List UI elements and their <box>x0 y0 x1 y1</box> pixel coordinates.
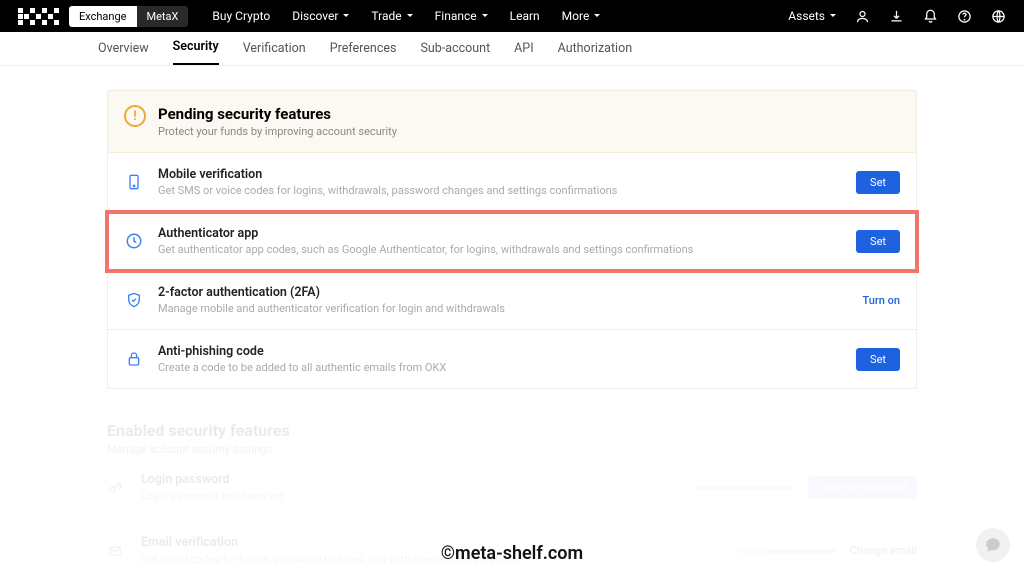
globe-icon[interactable] <box>990 8 1006 24</box>
subnav-api[interactable]: API <box>514 41 533 65</box>
subnav-authorization[interactable]: Authorization <box>558 41 633 65</box>
mode-metax[interactable]: MetaX <box>137 6 189 27</box>
mail-icon <box>107 544 127 558</box>
mode-toggle: Exchange MetaX <box>69 6 188 27</box>
enabled-row-login-password: Login password Login password has been s… <box>107 456 917 519</box>
subnav-overview[interactable]: Overview <box>98 41 149 65</box>
row-desc: Manage mobile and authenticator verifica… <box>158 302 849 315</box>
nav-learn[interactable]: Learn <box>510 9 540 23</box>
subnav-sub-account[interactable]: Sub-account <box>420 41 490 65</box>
security-row-mobile-verification: Mobile verification Get SMS or voice cod… <box>107 153 917 212</box>
primary-nav-links: Buy Crypto Discover Trade Finance Learn … <box>212 9 600 23</box>
row-title: Anti-phishing code <box>158 344 842 359</box>
set-button[interactable]: Set <box>856 348 900 371</box>
security-row-authenticator-app: Authenticator app Get authenticator app … <box>107 212 917 271</box>
key-icon <box>107 480 127 496</box>
bell-icon[interactable] <box>922 8 938 24</box>
security-row-anti-phishing: Anti-phishing code Create a code to be a… <box>107 330 917 389</box>
chevron-down-icon <box>592 9 600 23</box>
shield-icon <box>124 291 144 309</box>
row-desc: Get email codes for logins, password upd… <box>141 553 722 566</box>
chevron-down-icon <box>341 9 349 23</box>
strength-bar <box>694 486 794 490</box>
change-email-link[interactable]: Change email <box>850 544 917 557</box>
user-icon[interactable] <box>854 8 870 24</box>
mode-exchange[interactable]: Exchange <box>69 6 137 27</box>
set-button[interactable]: Set <box>856 171 900 194</box>
nav-buy-crypto[interactable]: Buy Crypto <box>212 9 270 23</box>
subnav-verification[interactable]: Verification <box>243 41 306 65</box>
nav-right: Assets <box>788 8 1006 24</box>
lock-icon <box>124 350 144 368</box>
row-title: 2-factor authentication (2FA) <box>158 285 849 300</box>
phone-icon <box>124 173 144 191</box>
row-title: Authenticator app <box>158 226 842 241</box>
row-title: Login password <box>141 472 680 487</box>
turn-on-link[interactable]: Turn on <box>863 294 900 307</box>
strength-bar <box>736 549 836 553</box>
enabled-title: Enabled security features <box>107 421 917 440</box>
nav-finance[interactable]: Finance <box>435 9 488 23</box>
pending-banner: ! Pending security features Protect your… <box>107 90 917 153</box>
row-desc: Create a code to be added to all authent… <box>158 361 842 374</box>
authenticator-icon <box>124 232 144 250</box>
chat-bubble-icon[interactable] <box>976 528 1010 562</box>
security-row-2fa: 2-factor authentication (2FA) Manage mob… <box>107 271 917 330</box>
brand-logo[interactable] <box>18 8 59 25</box>
help-icon[interactable] <box>956 8 972 24</box>
download-icon[interactable] <box>888 8 904 24</box>
account-subnav: Overview Security Verification Preferenc… <box>0 32 1024 66</box>
row-desc: Get authenticator app codes, such as Goo… <box>158 243 842 256</box>
row-title: Mobile verification <box>158 167 842 182</box>
chevron-down-icon <box>480 9 488 23</box>
watermark-text: ©meta-shelf.com <box>441 543 583 564</box>
pending-subtitle: Protect your funds by improving account … <box>158 125 397 138</box>
subnav-security[interactable]: Security <box>173 39 219 65</box>
chevron-down-icon <box>828 9 836 23</box>
chevron-down-icon <box>405 9 413 23</box>
subnav-preferences[interactable]: Preferences <box>330 41 397 65</box>
top-navbar: Exchange MetaX Buy Crypto Discover Trade… <box>0 0 1024 32</box>
row-desc: Get SMS or voice codes for logins, withd… <box>158 184 842 197</box>
pending-title: Pending security features <box>158 105 397 123</box>
enabled-subtitle: Manage account security settings <box>107 443 917 456</box>
main-content: ! Pending security features Protect your… <box>107 90 917 582</box>
nav-more[interactable]: More <box>562 9 601 23</box>
row-title: Email verification <box>141 535 722 550</box>
nav-assets[interactable]: Assets <box>788 9 836 23</box>
nav-trade[interactable]: Trade <box>371 9 412 23</box>
warning-icon: ! <box>124 105 146 127</box>
row-desc: Login password has been set <box>141 490 680 503</box>
nav-discover[interactable]: Discover <box>292 9 349 23</box>
set-button[interactable]: Set <box>856 230 900 253</box>
change-password-button[interactable]: Change Password <box>808 476 917 499</box>
